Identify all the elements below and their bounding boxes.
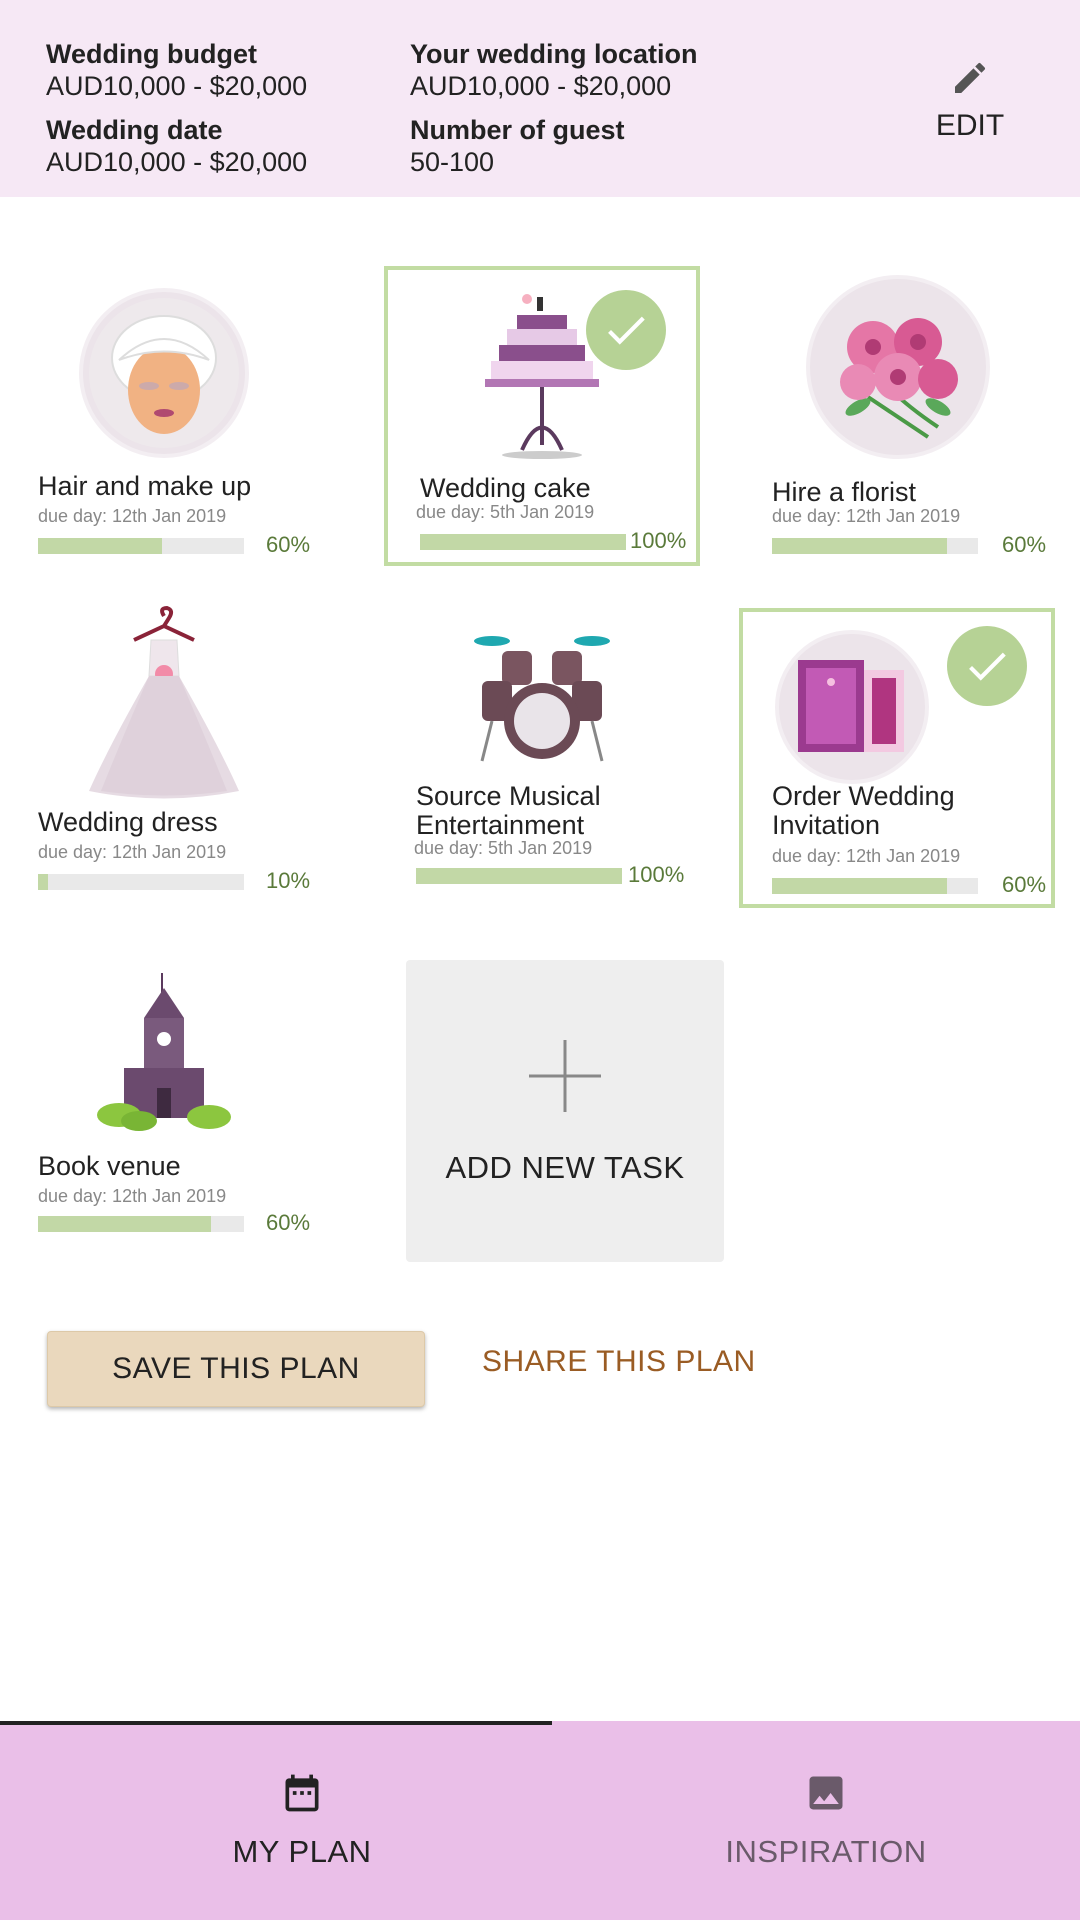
progress-fill [420, 534, 626, 550]
task-title: Book venue [38, 1151, 181, 1181]
edit-button[interactable]: EDIT [920, 58, 1020, 158]
progress-fill [772, 538, 948, 554]
task-due-date: due day: 12th Jan 2019 [772, 846, 961, 866]
add-new-task-label: ADD NEW TASK [445, 1150, 685, 1185]
guests-value: 50-100 [410, 147, 495, 177]
tab-my-plan[interactable]: MY PLAN [152, 1771, 452, 1870]
progress-percent: 60% [1002, 872, 1047, 897]
task-image [6, 288, 322, 458]
pencil-icon [955, 62, 986, 93]
task-image [740, 275, 1056, 459]
progress-percent: 60% [1002, 532, 1047, 557]
task-due-date: due day: 5th Jan 2019 [416, 502, 595, 522]
tab-my-plan-label: MY PLAN [232, 1834, 372, 1869]
completed-check-icon [947, 626, 1027, 706]
progress-bar [772, 878, 978, 894]
save-plan-button[interactable]: SAVE THIS PLAN [47, 1331, 425, 1407]
progress-bar [38, 538, 244, 554]
task-due-date: due day: 5th Jan 2019 [414, 838, 593, 858]
task-card-florist[interactable]: Hire a florist due day: 12th Jan 2019 60… [740, 270, 1056, 570]
task-title: Order Wedding Invitation [772, 781, 955, 840]
task-title: Wedding cake [420, 473, 591, 503]
calendar-icon [285, 1774, 319, 1812]
task-card-wedding-invitation[interactable]: Order Wedding Invitation due day: 12th J… [739, 608, 1055, 908]
task-due-date: due day: 12th Jan 2019 [38, 1186, 227, 1206]
task-card-wedding-cake[interactable]: Wedding cake due day: 5th Jan 2019 100% [384, 266, 700, 566]
task-due-date: due day: 12th Jan 2019 [38, 842, 227, 862]
add-new-task-button[interactable]: ADD NEW TASK [406, 960, 724, 1262]
location-value: AUD10,000 - $20,000 [410, 71, 672, 101]
progress-fill [38, 874, 49, 890]
dress-icon [89, 606, 239, 799]
task-image [384, 616, 700, 776]
task-title: Source Musical Entertainment [416, 781, 601, 840]
progress-bar [38, 1216, 244, 1232]
progress-bar [772, 538, 978, 554]
task-due-date: due day: 12th Jan 2019 [772, 506, 961, 526]
bottom-navigation: MY PLAN INSPIRATION [0, 1721, 1080, 1920]
tab-inspiration-label: INSPIRATION [725, 1834, 927, 1869]
task-card-hair-makeup[interactable]: Hair and make up due day: 12th Jan 2019 … [6, 270, 322, 570]
task-title: Wedding dress [38, 807, 218, 837]
guests-field: Number of guest 50-100 [410, 114, 625, 178]
church-icon [97, 973, 231, 1131]
progress-bar [416, 868, 622, 884]
share-plan-button[interactable]: SHARE THIS PLAN [482, 1345, 756, 1379]
plan-summary-header: Wedding budget AUD10,000 - $20,000 Weddi… [0, 0, 1080, 197]
progress-bar [38, 874, 244, 890]
progress-fill [772, 878, 948, 894]
task-card-wedding-dress[interactable]: Wedding dress due day: 12th Jan 2019 10% [6, 606, 322, 906]
task-card-book-venue[interactable]: Book venue due day: 12th Jan 2019 60% [6, 948, 322, 1248]
task-image [6, 606, 322, 806]
date-label: Wedding date [46, 115, 223, 145]
budget-value: AUD10,000 - $20,000 [46, 71, 308, 101]
progress-fill [38, 1216, 212, 1232]
progress-percent: 100% [630, 528, 687, 553]
date-value: AUD10,000 - $20,000 [46, 147, 308, 177]
task-due-date: due day: 12th Jan 2019 [38, 506, 227, 526]
progress-bar [420, 534, 626, 550]
invitation-icon [775, 630, 929, 784]
task-title: Hire a florist [772, 477, 917, 507]
flowers-icon [806, 275, 990, 459]
location-field: Your wedding location AUD10,000 - $20,00… [410, 38, 698, 102]
progress-percent: 60% [266, 532, 311, 557]
plus-icon [529, 1040, 601, 1112]
location-label: Your wedding location [410, 39, 698, 69]
task-image [6, 963, 322, 1143]
progress-fill [416, 868, 622, 884]
tab-inspiration[interactable]: INSPIRATION [676, 1771, 976, 1870]
task-card-musical-entertainment[interactable]: Source Musical Entertainment due day: 5t… [384, 606, 700, 906]
face-mask-icon [79, 288, 249, 458]
image-icon [809, 1776, 843, 1810]
date-field: Wedding date AUD10,000 - $20,000 [46, 114, 307, 178]
progress-percent: 10% [266, 868, 311, 893]
progress-percent: 100% [628, 862, 685, 887]
progress-percent: 60% [266, 1210, 311, 1235]
budget-label: Wedding budget [46, 39, 257, 69]
budget-field: Wedding budget AUD10,000 - $20,000 [46, 38, 307, 102]
task-title: Hair and make up [38, 471, 252, 501]
drum-kit-icon [474, 636, 610, 762]
active-tab-indicator [0, 1721, 552, 1725]
guests-label: Number of guest [410, 115, 625, 145]
progress-fill [38, 538, 162, 554]
completed-check-icon [586, 290, 666, 370]
edit-label: EDIT [935, 109, 1005, 142]
